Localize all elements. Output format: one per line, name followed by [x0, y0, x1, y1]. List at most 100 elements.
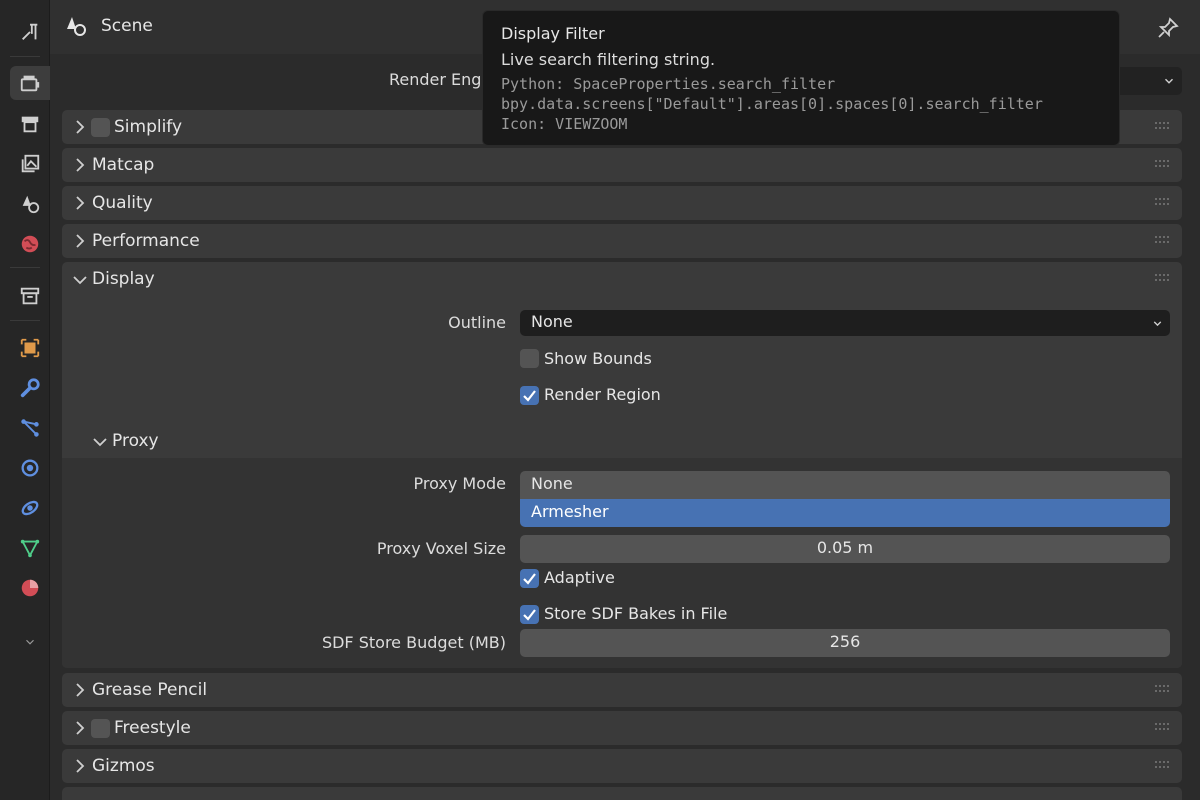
render-region-checkbox[interactable]	[520, 386, 539, 405]
physics-orbit-icon	[21, 459, 39, 477]
more-tabs-button[interactable]	[10, 625, 50, 659]
panel-header-performance[interactable]: Performance	[62, 224, 1182, 258]
pin-icon[interactable]	[1156, 16, 1180, 40]
render-engine-dropdown[interactable]	[1110, 67, 1182, 95]
world-globe-icon	[21, 235, 39, 253]
chevron-right-icon	[76, 683, 85, 697]
output-tab[interactable]	[10, 107, 50, 141]
proxy-voxel-size-value: 0.05 m	[816, 538, 874, 557]
show-bounds-label: Show Bounds	[544, 349, 652, 368]
panel-title: Matcap	[92, 155, 155, 175]
mesh-data-icon	[20, 539, 40, 558]
chevron-down-icon	[93, 438, 107, 447]
panel-header-grease-pencil[interactable]: Grease Pencil	[62, 673, 1182, 707]
image-stack-icon	[21, 154, 40, 173]
outline-label: Outline	[448, 313, 506, 332]
wrench-icon	[20, 378, 40, 398]
checkmark-icon	[523, 573, 536, 585]
panel-title: Grease Pencil	[92, 680, 208, 700]
panel-grease-pencil: Grease Pencil	[62, 673, 1182, 707]
material-tab[interactable]	[10, 571, 50, 605]
physics-tab[interactable]	[10, 451, 50, 485]
store-sdf-checkbox[interactable]	[520, 605, 539, 624]
chevron-down-icon	[26, 639, 34, 645]
render-engine-label: Render Eng	[389, 70, 482, 89]
collection-tab[interactable]	[10, 279, 50, 313]
outline-value: None	[531, 312, 573, 331]
simplify-enable-checkbox[interactable]	[91, 118, 110, 137]
particles-icon	[21, 419, 39, 437]
proxy-voxel-size-field[interactable]: 0.05 m	[520, 535, 1170, 563]
sdf-budget-field[interactable]: 256	[520, 629, 1170, 657]
outline-dropdown[interactable]: None	[520, 310, 1170, 336]
drag-grip-icon[interactable]	[1154, 197, 1172, 207]
sdf-budget-label: SDF Store Budget (MB)	[321, 633, 506, 652]
chevron-right-icon	[76, 196, 85, 210]
drag-grip-icon[interactable]	[1154, 273, 1172, 283]
drag-grip-icon[interactable]	[1154, 121, 1172, 131]
drag-grip-icon[interactable]	[1154, 159, 1172, 169]
particles-tab[interactable]	[10, 411, 50, 445]
material-sphere-icon	[21, 579, 39, 597]
drag-grip-icon[interactable]	[1154, 760, 1172, 770]
scene-icon	[67, 17, 86, 36]
proxy-mode-option-none[interactable]: None	[520, 471, 1170, 499]
proxy-title: Proxy	[112, 431, 159, 451]
tab-separator	[10, 267, 40, 268]
proxy-mode-label: Proxy Mode	[413, 474, 506, 493]
panel-title: Gizmos	[92, 756, 155, 776]
tab-separator	[10, 320, 40, 321]
panel-header-display[interactable]: Display	[62, 262, 1182, 296]
panel-display: Display Outline None Show Bounds Render …	[62, 262, 1182, 668]
tool-tab[interactable]	[10, 15, 50, 49]
data-tab[interactable]	[10, 531, 50, 565]
panel-color-management-partial[interactable]	[62, 787, 1182, 800]
chevron-right-icon	[76, 234, 85, 248]
chevron-right-icon	[76, 120, 85, 134]
tooltip-icon-name: Icon: VIEWZOOM	[501, 115, 628, 133]
panel-title: Freestyle	[114, 718, 191, 738]
constraints-tab[interactable]	[10, 491, 50, 525]
panel-header-quality[interactable]: Quality	[62, 186, 1182, 220]
panel-header-matcap[interactable]: Matcap	[62, 148, 1182, 182]
checkmark-icon	[523, 609, 536, 621]
drag-grip-icon[interactable]	[1154, 235, 1172, 245]
context-title: Scene	[101, 16, 153, 36]
world-tab[interactable]	[10, 227, 50, 261]
store-sdf-label: Store SDF Bakes in File	[544, 604, 728, 623]
adaptive-label: Adaptive	[544, 568, 615, 587]
chevron-right-icon	[76, 158, 85, 172]
panel-gizmos: Gizmos	[62, 749, 1182, 783]
object-tab[interactable]	[10, 331, 50, 365]
render-tab[interactable]	[10, 66, 50, 100]
proxy-mode-option-armesher[interactable]: Armesher	[520, 499, 1170, 527]
panel-title: Display	[92, 269, 155, 289]
panel-title: Quality	[92, 193, 153, 213]
collection-box-icon	[20, 287, 40, 305]
scene-tab[interactable]	[10, 187, 50, 221]
tool-icon	[22, 23, 38, 40]
chevron-right-icon	[76, 721, 85, 735]
panel-title: Simplify	[114, 117, 183, 137]
drag-grip-icon[interactable]	[1154, 722, 1172, 732]
modifier-tab[interactable]	[10, 371, 50, 405]
render-camera-icon	[20, 75, 40, 92]
panel-quality: Quality	[62, 186, 1182, 220]
checkmark-icon	[523, 390, 536, 402]
panel-freestyle: Freestyle	[62, 711, 1182, 745]
drag-grip-icon[interactable]	[1154, 684, 1172, 694]
panel-header-freestyle[interactable]: Freestyle	[62, 711, 1182, 745]
panel-header-gizmos[interactable]: Gizmos	[62, 749, 1182, 783]
adaptive-checkbox[interactable]	[520, 569, 539, 588]
scene-cone-sphere-icon	[22, 195, 40, 214]
show-bounds-checkbox[interactable]	[520, 349, 539, 368]
proxy-mode-option-label: Armesher	[531, 502, 609, 521]
object-square-icon	[20, 338, 40, 358]
chevron-down-icon	[73, 276, 87, 285]
view-layer-tab[interactable]	[10, 147, 50, 181]
freestyle-enable-checkbox[interactable]	[91, 719, 110, 738]
panel-title: Performance	[92, 231, 200, 251]
proxy-voxel-size-label: Proxy Voxel Size	[376, 539, 506, 558]
proxy-subpanel-header[interactable]: Proxy	[82, 426, 282, 456]
tooltip-data-path: bpy.data.screens["Default"].areas[0].spa…	[501, 95, 1043, 113]
